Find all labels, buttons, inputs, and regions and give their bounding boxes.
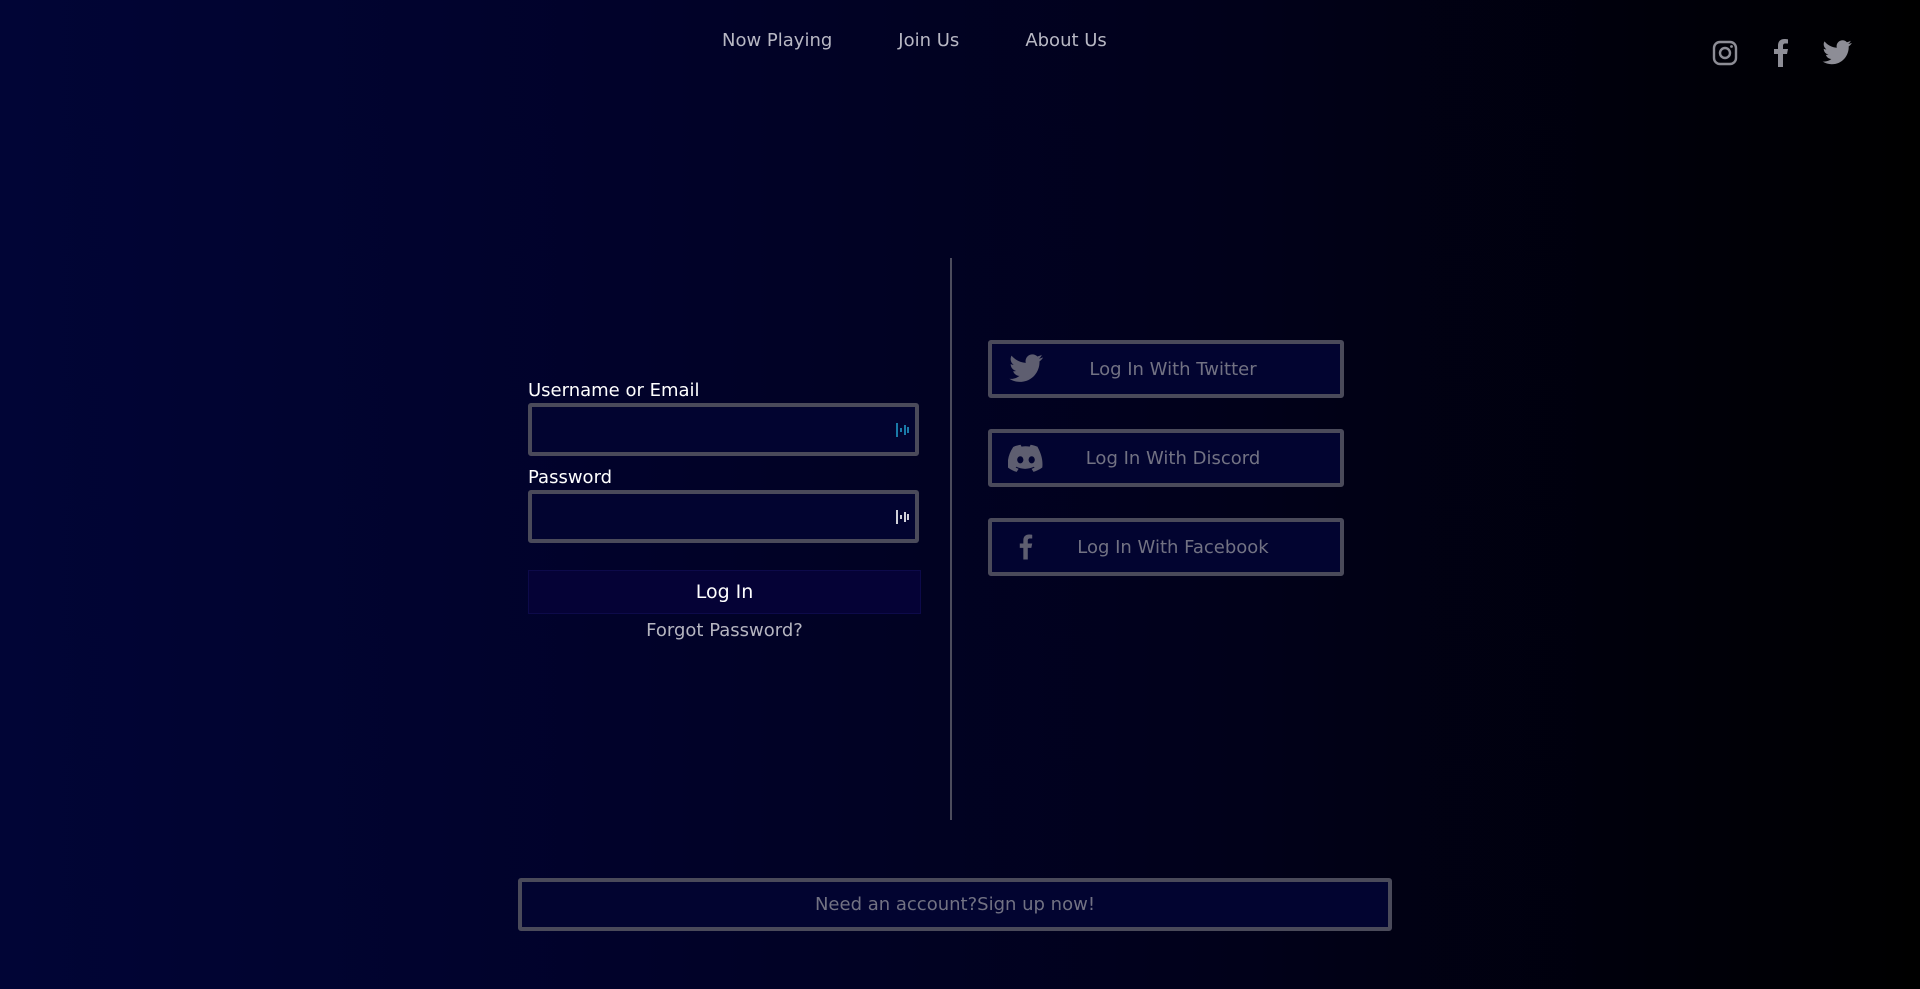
nav-now-playing[interactable]: Now Playing [722, 30, 832, 51]
facebook-icon[interactable] [1766, 38, 1796, 68]
username-label: Username or Email [528, 380, 700, 401]
facebook-login-button[interactable]: Log In With Facebook [988, 518, 1344, 576]
password-field[interactable] [532, 494, 915, 539]
twitter-login-button[interactable]: Log In With Twitter [988, 340, 1344, 398]
facebook-login-label: Log In With Facebook [1077, 536, 1269, 558]
nav-about-us[interactable]: About Us [1025, 30, 1107, 51]
password-label: Password [528, 467, 613, 488]
username-field[interactable] [532, 407, 915, 452]
discord-login-button[interactable]: Log In With Discord [988, 429, 1344, 487]
password-field-wrapper [528, 490, 919, 543]
forgot-password-link[interactable]: Forgot Password? [528, 620, 921, 641]
login-button[interactable]: Log In [528, 570, 921, 614]
top-navigation: Now Playing Join Us About Us [700, 30, 1140, 51]
nav-join-us[interactable]: Join Us [898, 30, 959, 51]
signup-button[interactable]: Need an account?Sign up now! [518, 878, 1392, 931]
twitter-icon [1006, 349, 1046, 389]
username-field-wrapper [528, 403, 919, 456]
twitter-login-label: Log In With Twitter [1089, 358, 1257, 380]
twitter-icon[interactable] [1822, 38, 1852, 68]
vertical-divider [950, 258, 952, 820]
discord-login-label: Log In With Discord [1085, 447, 1261, 469]
discord-icon [1006, 438, 1046, 478]
instagram-icon[interactable] [1710, 38, 1740, 68]
password-manager-icon[interactable] [895, 421, 909, 439]
social-links [1684, 38, 1852, 68]
password-manager-icon[interactable] [895, 508, 909, 526]
facebook-icon [1006, 527, 1046, 567]
